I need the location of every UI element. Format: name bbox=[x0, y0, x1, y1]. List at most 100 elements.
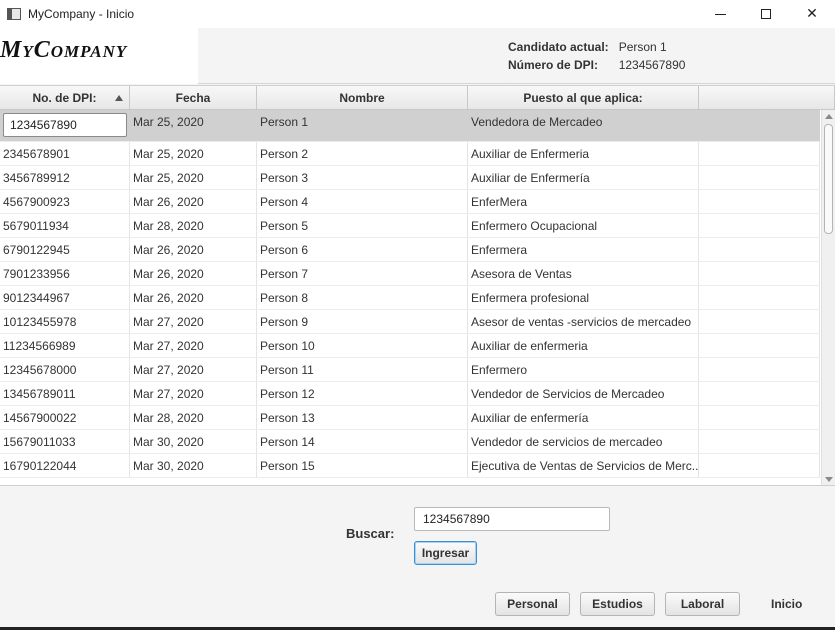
table-cell-fecha: Mar 26, 2020 bbox=[130, 262, 257, 285]
cell-text: Mar 25, 2020 bbox=[133, 170, 204, 185]
column-header-fecha[interactable]: Fecha bbox=[130, 86, 257, 110]
cell-text: Mar 25, 2020 bbox=[133, 146, 204, 161]
window-controls: ✕ bbox=[697, 0, 835, 28]
table-cell-puesto: Auxiliar de enfermeria bbox=[468, 334, 699, 357]
cell-text: 11234566989 bbox=[3, 338, 76, 353]
table-cell-fecha: Mar 25, 2020 bbox=[130, 166, 257, 189]
cell-text: Vendedor de Servicios de Mercadeo bbox=[471, 386, 665, 401]
personal-button[interactable]: Personal bbox=[495, 592, 570, 616]
table-cell-puesto: Ejecutiva de Ventas de Servicios de Merc… bbox=[468, 454, 699, 477]
table-cell-nombre: Person 3 bbox=[257, 166, 468, 189]
table-row[interactable]: 12345678000 Mar 27, 2020 Person 11 Enfermer… bbox=[0, 358, 820, 382]
table-cell-nombre: Person 8 bbox=[257, 286, 468, 309]
table-cell-nombre: Person 4 bbox=[257, 190, 468, 213]
cell-text: Asesor de ventas -servicios de mercadeo bbox=[471, 314, 692, 329]
candidate-value: Person 1 bbox=[618, 40, 667, 54]
ingresar-button[interactable]: Ingresar bbox=[414, 541, 477, 565]
cell-text: Mar 28, 2020 bbox=[133, 410, 204, 425]
table-row[interactable]: 13456789011 Mar 27, 2020 Person 12 Vendedor… bbox=[0, 382, 820, 406]
table-cell-dpi: 7901233956 bbox=[0, 262, 130, 285]
estudios-button[interactable]: Estudios bbox=[580, 592, 655, 616]
table-cell-nombre: Person 9 bbox=[257, 310, 468, 333]
scroll-up-icon[interactable] bbox=[825, 114, 833, 119]
table-row[interactable]: 9012344967 Mar 26, 2020 Person 8 Enfermera … bbox=[0, 286, 820, 310]
column-header-nombre[interactable]: Nombre bbox=[257, 86, 468, 110]
table-cell-filler bbox=[699, 310, 820, 333]
cell-text: 16790122044 bbox=[3, 458, 77, 473]
table-cell-puesto: Asesor de ventas -servicios de mercadeo bbox=[468, 310, 699, 333]
cell-text: Enfermero bbox=[471, 362, 528, 377]
table-cell-dpi: 16790122044 bbox=[0, 454, 130, 477]
minimize-icon bbox=[714, 13, 726, 15]
column-header-puesto[interactable]: Puesto al que aplica: bbox=[468, 86, 699, 110]
cell-text: Person 6 bbox=[260, 242, 309, 257]
table-header: No. de DPI: Fecha Nombre Puesto al que a… bbox=[0, 86, 835, 110]
minimize-button[interactable] bbox=[697, 0, 743, 28]
table-cell-puesto: Enfermera bbox=[468, 238, 699, 261]
table-cell-dpi: 15679011033 bbox=[0, 430, 130, 453]
table-cell-filler bbox=[699, 430, 820, 453]
cell-text: Person 3 bbox=[260, 170, 309, 185]
column-header-dpi[interactable]: No. de DPI: bbox=[0, 86, 130, 110]
table-row[interactable]: 15679011033 Mar 30, 2020 Person 14 Vendedor… bbox=[0, 430, 820, 454]
candidate-label: Candidato actual: bbox=[508, 40, 609, 54]
cell-text: Mar 27, 2020 bbox=[133, 314, 204, 329]
table-row[interactable]: 3456789912 Mar 25, 2020 Person 3 Auxiliar d… bbox=[0, 166, 820, 190]
table-row[interactable]: 16790122044 Mar 30, 2020 Person 15 Ejecutiv… bbox=[0, 454, 820, 478]
table-cell-dpi: 14567900022 bbox=[0, 406, 130, 429]
logo-text: MyCompany bbox=[0, 37, 128, 63]
laboral-button[interactable]: Laboral bbox=[665, 592, 740, 616]
table-body: Mar 25, 2020 Person 1 Vendedora de Mercade… bbox=[0, 110, 820, 478]
cell-text: Person 7 bbox=[260, 266, 309, 281]
cell-text: Person 9 bbox=[260, 314, 309, 329]
table-row[interactable]: 6790122945 Mar 26, 2020 Person 6 Enfermera bbox=[0, 238, 820, 262]
table-cell-nombre: Person 13 bbox=[257, 406, 468, 429]
table-row[interactable]: 11234566989 Mar 27, 2020 Person 10 Auxiliar… bbox=[0, 334, 820, 358]
table-cell-filler bbox=[699, 382, 820, 405]
table-cell-dpi: 6790122945 bbox=[0, 238, 130, 261]
table-row[interactable]: 7901233956 Mar 26, 2020 Person 7 Asesora de… bbox=[0, 262, 820, 286]
table-row[interactable]: 14567900022 Mar 28, 2020 Person 13 Auxiliar… bbox=[0, 406, 820, 430]
table-row[interactable]: 10123455978 Mar 27, 2020 Person 9 Asesor de… bbox=[0, 310, 820, 334]
scroll-down-icon[interactable] bbox=[825, 477, 833, 482]
search-input[interactable] bbox=[414, 507, 610, 531]
table-cell-nombre: Person 12 bbox=[257, 382, 468, 405]
dpi-label: Número de DPI: bbox=[508, 58, 599, 72]
table-cell-dpi: 10123455978 bbox=[0, 310, 130, 333]
table-row-selected[interactable]: Mar 25, 2020 Person 1 Vendedora de Mercade… bbox=[0, 110, 820, 142]
cell-text: 9012344967 bbox=[3, 290, 70, 305]
maximize-button[interactable] bbox=[743, 0, 789, 28]
table-cell-nombre: Person 2 bbox=[257, 142, 468, 165]
table-cell-dpi: 9012344967 bbox=[0, 286, 130, 309]
table-cell-fecha: Mar 25, 2020 bbox=[130, 142, 257, 165]
table-cell-nombre: Person 15 bbox=[257, 454, 468, 477]
table-row[interactable]: 2345678901 Mar 25, 2020 Person 2 Auxiliar d… bbox=[0, 142, 820, 166]
cell-text: Person 2 bbox=[260, 146, 309, 161]
cell-text: Mar 26, 2020 bbox=[133, 194, 204, 209]
table-cell-filler bbox=[699, 238, 820, 261]
table-cell-filler bbox=[699, 358, 820, 381]
table-cell-fecha: Mar 28, 2020 bbox=[130, 214, 257, 237]
vertical-scrollbar[interactable] bbox=[821, 110, 835, 485]
table-cell-fecha: Mar 25, 2020 bbox=[130, 110, 257, 141]
table-row[interactable]: 5679011934 Mar 28, 2020 Person 5 Enfermero … bbox=[0, 214, 820, 238]
table-cell-nombre: Person 6 bbox=[257, 238, 468, 261]
table-cell-puesto: Auxiliar de enfermería bbox=[468, 406, 699, 429]
cell-text: 4567900923 bbox=[3, 194, 70, 209]
cell-text: Mar 27, 2020 bbox=[133, 386, 204, 401]
table-row[interactable]: 4567900923 Mar 26, 2020 Person 4 EnferMera bbox=[0, 190, 820, 214]
scrollbar-thumb[interactable] bbox=[824, 124, 833, 234]
table-cell-fecha: Mar 26, 2020 bbox=[130, 286, 257, 309]
table-cell-puesto: Auxiliar de Enfermeria bbox=[468, 142, 699, 165]
close-button[interactable]: ✕ bbox=[789, 0, 835, 28]
table-cell-puesto: Enfermero bbox=[468, 358, 699, 381]
dpi-cell-editor[interactable] bbox=[3, 113, 127, 137]
cell-text: Mar 26, 2020 bbox=[133, 266, 204, 281]
table-cell-dpi: 2345678901 bbox=[0, 142, 130, 165]
header: MyCompany Candidato actual: Person 1 Núm… bbox=[0, 28, 835, 84]
table-cell-fecha: Mar 27, 2020 bbox=[130, 382, 257, 405]
table-cell-puesto: Vendedor de Servicios de Mercadeo bbox=[468, 382, 699, 405]
cell-text: Person 8 bbox=[260, 290, 309, 305]
cell-text: EnferMera bbox=[471, 194, 528, 209]
table-cell-puesto: Enfermero Ocupacional bbox=[468, 214, 699, 237]
